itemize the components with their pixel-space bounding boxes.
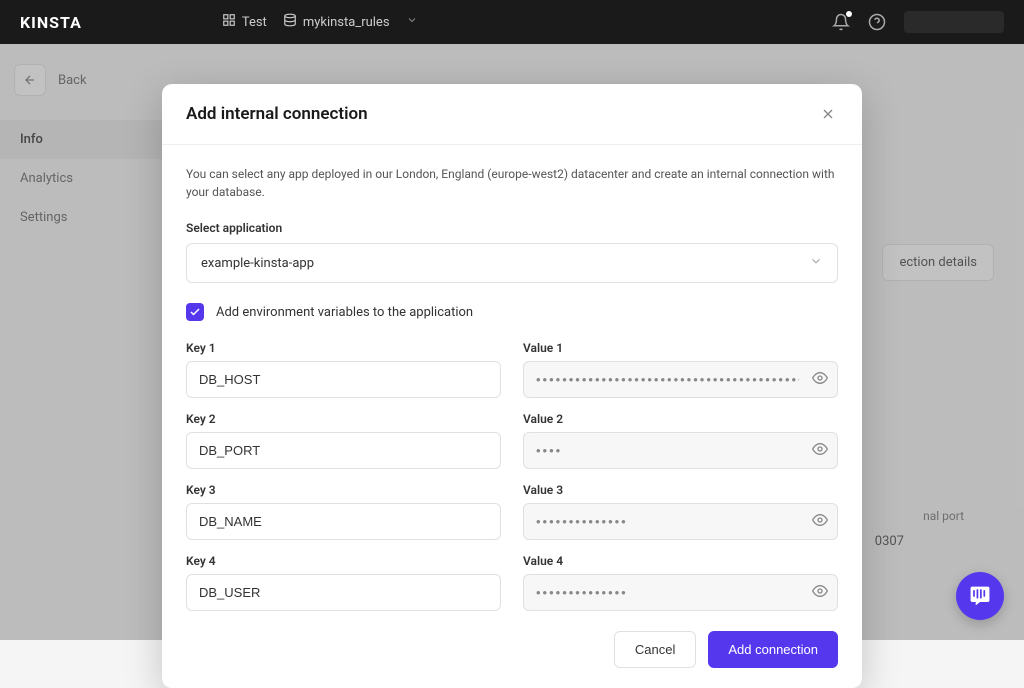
checkmark-icon (189, 306, 201, 318)
env-vars-grid: Key 1 Value 1 Key 2 (186, 341, 838, 611)
modal-body: You can select any app deployed in our L… (162, 145, 862, 615)
chevron-down-icon (809, 254, 823, 272)
reveal-value-3-button[interactable] (812, 512, 828, 532)
key-4-label: Key 4 (186, 554, 501, 568)
key-1-label: Key 1 (186, 341, 501, 355)
breadcrumb-db[interactable]: mykinsta_rules (283, 13, 390, 31)
application-select-value: example-kinsta-app (201, 256, 314, 271)
reveal-value-1-button[interactable] (812, 370, 828, 390)
eye-icon (812, 441, 828, 457)
key-3-input[interactable] (186, 503, 501, 540)
value-3-label: Value 3 (523, 483, 838, 497)
reveal-value-4-button[interactable] (812, 583, 828, 603)
grid-icon (222, 13, 236, 31)
key-2-label: Key 2 (186, 412, 501, 426)
modal-footer: Cancel Add connection (162, 615, 862, 688)
eye-icon (812, 583, 828, 599)
reveal-value-2-button[interactable] (812, 441, 828, 461)
application-select[interactable]: example-kinsta-app (186, 243, 838, 283)
close-icon (820, 106, 836, 122)
database-icon (283, 13, 297, 31)
modal-description: You can select any app deployed in our L… (186, 165, 838, 201)
top-bar: KINSTA Test mykinsta_rules (0, 0, 1024, 44)
breadcrumb-app-label: Test (242, 15, 267, 30)
breadcrumb-app[interactable]: Test (222, 13, 267, 31)
key-4-input[interactable] (186, 574, 501, 611)
modal-header: Add internal connection (162, 84, 862, 145)
breadcrumb-db-label: mykinsta_rules (303, 15, 390, 30)
env-vars-checkbox[interactable] (186, 303, 204, 321)
kinsta-logo: KINSTA (20, 13, 82, 32)
intercom-launcher[interactable] (956, 572, 1004, 620)
value-2-label: Value 2 (523, 412, 838, 426)
value-2-input[interactable] (523, 432, 838, 469)
intercom-icon (968, 584, 992, 608)
add-connection-button[interactable]: Add connection (708, 631, 838, 668)
key-3-label: Key 3 (186, 483, 501, 497)
topbar-right (832, 11, 1004, 33)
eye-icon (812, 370, 828, 386)
modal-title: Add internal connection (186, 104, 368, 124)
close-button[interactable] (818, 104, 838, 124)
value-3-input[interactable] (523, 503, 838, 540)
cancel-button[interactable]: Cancel (614, 631, 696, 668)
breadcrumb: Test mykinsta_rules (222, 13, 418, 31)
select-application-label: Select application (186, 221, 838, 235)
env-vars-checkbox-row: Add environment variables to the applica… (186, 303, 838, 321)
value-1-input[interactable] (523, 361, 838, 398)
notification-dot (846, 11, 852, 17)
value-1-label: Value 1 (523, 341, 838, 355)
eye-icon (812, 512, 828, 528)
env-vars-checkbox-label: Add environment variables to the applica… (216, 305, 473, 320)
value-4-label: Value 4 (523, 554, 838, 568)
notifications-icon[interactable] (832, 13, 850, 31)
help-icon[interactable] (868, 13, 886, 31)
chevron-down-icon[interactable] (406, 14, 418, 30)
modal-overlay[interactable]: Add internal connection You can select a… (0, 44, 1024, 640)
account-menu[interactable] (904, 11, 1004, 33)
key-2-input[interactable] (186, 432, 501, 469)
value-4-input[interactable] (523, 574, 838, 611)
add-internal-connection-modal: Add internal connection You can select a… (162, 84, 862, 688)
key-1-input[interactable] (186, 361, 501, 398)
